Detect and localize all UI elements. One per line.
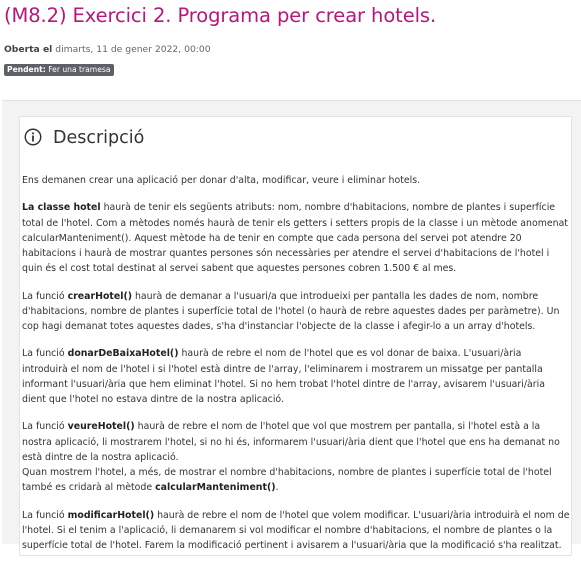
- status-badge: Pendent: Fer una tramesa: [4, 64, 114, 76]
- description-body: Ens demanen crear una aplicació per dona…: [22, 173, 570, 565]
- calcular-manteniment-method: calcularManteniment(): [155, 482, 276, 494]
- veure-hotel-function: veureHotel(): [67, 421, 135, 433]
- opened-date: dimarts, 11 de gener 2022, 00:00: [55, 44, 211, 55]
- veure-text-line2: Quan mostrem l'hotel, a més, de mostrar …: [22, 467, 552, 494]
- hotel-class-term: La classe hotel: [22, 202, 101, 214]
- description-card: Descripció Ens demanen crear una aplicac…: [19, 116, 572, 556]
- veure-prefix: La funció: [22, 421, 68, 433]
- description-paragraph-baixa: La funció donarDeBaixaHotel() haurà de r…: [22, 346, 570, 407]
- modificar-hotel-function: modificarHotel(): [67, 509, 155, 521]
- hotel-class-text: haurà de tenir els següents atributs: no…: [22, 202, 568, 275]
- description-heading: Descripció: [53, 128, 145, 148]
- info-icon: [24, 128, 42, 146]
- veure-end: .: [275, 482, 279, 494]
- description-paragraph-hotel-class: La classe hotel haurà de tenir els següe…: [22, 200, 570, 276]
- status-badge-text: Fer una tramesa: [48, 65, 111, 74]
- description-paragraph-veure: La funció veureHotel() haurà de rebre el…: [22, 419, 570, 495]
- description-paragraph-crear: La funció crearHotel() haurà de demanar …: [22, 289, 570, 335]
- opened-date-line: Oberta el dimarts, 11 de gener 2022, 00:…: [4, 44, 211, 55]
- modificar-prefix: La funció: [22, 509, 68, 521]
- description-intro: Ens demanen crear una aplicació per dona…: [22, 175, 421, 186]
- crear-hotel-function: crearHotel(): [67, 290, 133, 302]
- donar-de-baixa-function: donarDeBaixaHotel(): [67, 348, 179, 360]
- crear-prefix: La funció: [22, 290, 68, 302]
- status-badge-label: Pendent:: [7, 65, 46, 74]
- description-panel: Descripció Ens demanen crear una aplicac…: [2, 100, 581, 556]
- opened-label: Oberta el: [4, 44, 53, 55]
- description-paragraph-modificar: La funció modificarHotel() haurà de rebr…: [22, 508, 570, 554]
- page-title: (M8.2) Exercici 2. Programa per crear ho…: [4, 4, 437, 27]
- baixa-prefix: La funció: [22, 348, 68, 360]
